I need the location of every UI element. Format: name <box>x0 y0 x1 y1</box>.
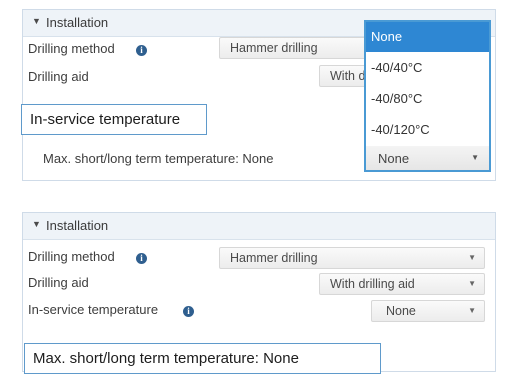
temperature-select[interactable]: None ▼ <box>366 146 489 170</box>
dropdown-option-40-80[interactable]: -40/80°C <box>366 84 489 114</box>
chevron-down-icon: ▼ <box>471 153 479 162</box>
installation-header[interactable]: ▼ Installation <box>23 213 495 240</box>
chevron-down-icon: ▼ <box>468 253 476 262</box>
in-service-temperature-label: In-service temperature <box>28 302 159 317</box>
in-service-temperature-callout: In-service temperature <box>21 104 207 135</box>
max-temperature-callout: Max. short/long term temperature: None <box>24 343 381 374</box>
drilling-method-label: Drilling method <box>28 41 115 56</box>
drilling-aid-label: Drilling aid <box>28 69 89 84</box>
max-temperature-label: Max. short/long term temperature: None <box>43 151 274 166</box>
installation-title: Installation <box>46 218 109 233</box>
temperature-dropdown[interactable]: None -40/40°C -40/80°C -40/120°C None ▼ <box>364 20 491 172</box>
installation-title: Installation <box>46 15 109 30</box>
dropdown-option-40-40[interactable]: -40/40°C <box>366 53 489 83</box>
info-icon[interactable]: i <box>183 306 194 317</box>
chevron-down-icon: ▼ <box>468 279 476 288</box>
drilling-aid-label: Drilling aid <box>28 275 89 290</box>
triangle-down-icon: ▼ <box>32 16 41 26</box>
drilling-method-select[interactable]: Hammer drilling <box>219 37 369 59</box>
dropdown-option-none[interactable]: None <box>366 22 489 52</box>
info-icon[interactable]: i <box>136 45 147 56</box>
dropdown-option-40-120[interactable]: -40/120°C <box>366 115 489 145</box>
drilling-aid-select[interactable]: With drilling aid ▼ <box>319 273 485 295</box>
triangle-down-icon: ▼ <box>32 219 41 229</box>
in-service-temperature-select[interactable]: None ▼ <box>371 300 485 322</box>
drilling-method-select[interactable]: Hammer drilling ▼ <box>219 247 485 269</box>
drilling-aid-select[interactable]: With d <box>319 65 369 87</box>
chevron-down-icon: ▼ <box>468 306 476 315</box>
drilling-method-label: Drilling method <box>28 249 115 264</box>
info-icon[interactable]: i <box>136 253 147 264</box>
